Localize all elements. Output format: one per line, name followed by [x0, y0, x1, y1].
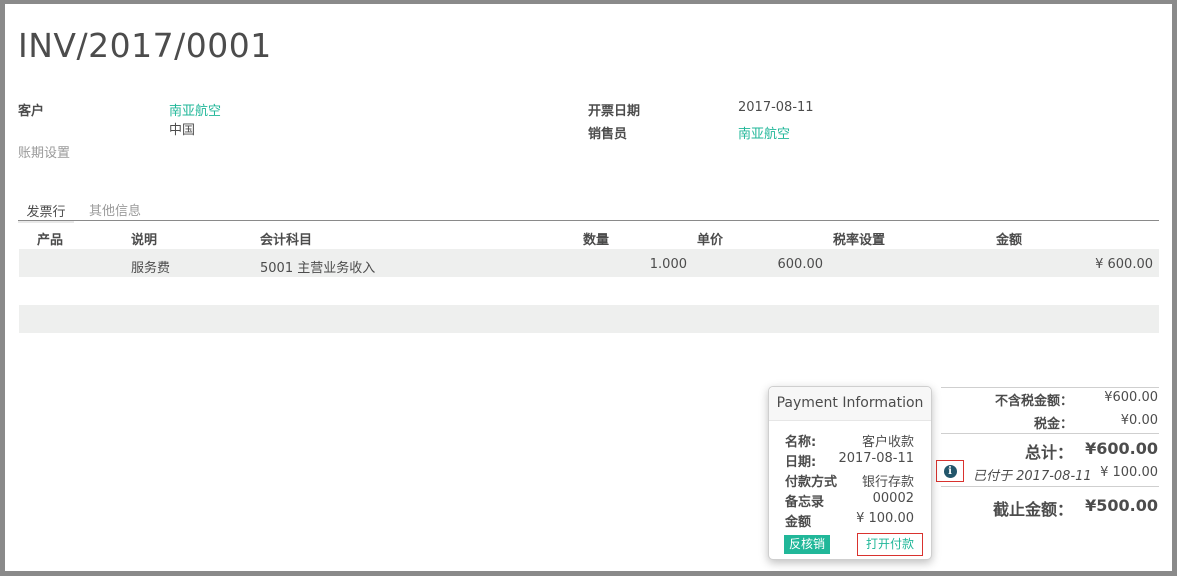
column-header-description: 说明 [131, 233, 158, 248]
row-amount: ¥ 600.00 [1095, 257, 1153, 272]
tax-value: ¥0.00 [1120, 413, 1158, 428]
info-circle-icon: i [943, 464, 957, 478]
untaxed-amount-label: 不含税金额： [994, 394, 1073, 409]
payment-memo-label: 备忘录 [785, 495, 825, 510]
tab-other-info[interactable]: 其他信息 [89, 200, 141, 219]
payment-amount-label: 金额 [785, 515, 812, 530]
row-account: 5001 主营业务收入 [260, 261, 376, 276]
salesperson-link[interactable]: 南亚航空 [738, 123, 790, 142]
row-unit-price: 600.00 [777, 257, 824, 272]
column-header-account: 会计科目 [260, 233, 313, 248]
table-empty-row [19, 305, 1159, 333]
totals-bottom-divider [941, 486, 1159, 487]
paid-amount: ¥ 100.00 [1100, 465, 1158, 480]
column-header-quantity: 数量 [583, 233, 610, 248]
popover-title: Payment Information [769, 387, 931, 421]
column-header-product: 产品 [37, 233, 64, 248]
payment-method-label: 付款方式 [785, 475, 838, 490]
payment-amount-value: ¥ 100.00 [856, 511, 914, 526]
payment-date-value: 2017-08-11 [838, 451, 914, 466]
salesperson-label: 销售员 [588, 127, 628, 142]
payment-memo-value: 00002 [872, 491, 914, 506]
tax-label: 税金： [1033, 417, 1073, 432]
payment-terms-label: 账期设置 [18, 146, 71, 161]
invoice-title: INV/2017/0001 [18, 26, 272, 65]
payment-info-popover: Payment Information 名称: 客户收款 日期: 2017-08… [768, 386, 932, 560]
total-label: 总计： [1024, 443, 1073, 462]
table-row[interactable] [19, 249, 1159, 277]
invoice-date-value: 2017-08-11 [738, 100, 814, 115]
open-payment-button[interactable]: 打开付款 [857, 533, 923, 556]
payment-name-label: 名称: [785, 435, 817, 450]
paid-on-label: 已付于 2017-08-11 [973, 469, 1092, 484]
column-header-unit-price: 单价 [697, 233, 724, 248]
customer-label: 客户 [18, 104, 45, 119]
customer-country: 中国 [169, 123, 196, 138]
payment-name-value: 客户收款 [861, 435, 914, 450]
customer-link[interactable]: 南亚航空 [169, 100, 221, 119]
totals-mid-divider [941, 433, 1159, 434]
column-header-amount: 金额 [996, 233, 1023, 248]
total-value: ¥600.00 [1085, 439, 1158, 458]
row-description: 服务费 [131, 261, 171, 276]
amount-due-label: 截止金额： [992, 500, 1073, 519]
column-header-taxes: 税率设置 [833, 233, 886, 248]
totals-top-divider [941, 387, 1159, 388]
tab-divider [18, 220, 1159, 221]
unreconcile-button[interactable]: 反核销 [784, 535, 830, 554]
payment-date-label: 日期: [785, 455, 817, 470]
untaxed-amount-value: ¥600.00 [1104, 390, 1158, 405]
payment-info-button[interactable]: i [936, 460, 964, 482]
payment-method-value: 银行存款 [861, 475, 914, 490]
invoice-date-label: 开票日期 [588, 104, 641, 119]
row-quantity: 1.000 [649, 257, 687, 272]
amount-due-value: ¥500.00 [1085, 496, 1158, 515]
